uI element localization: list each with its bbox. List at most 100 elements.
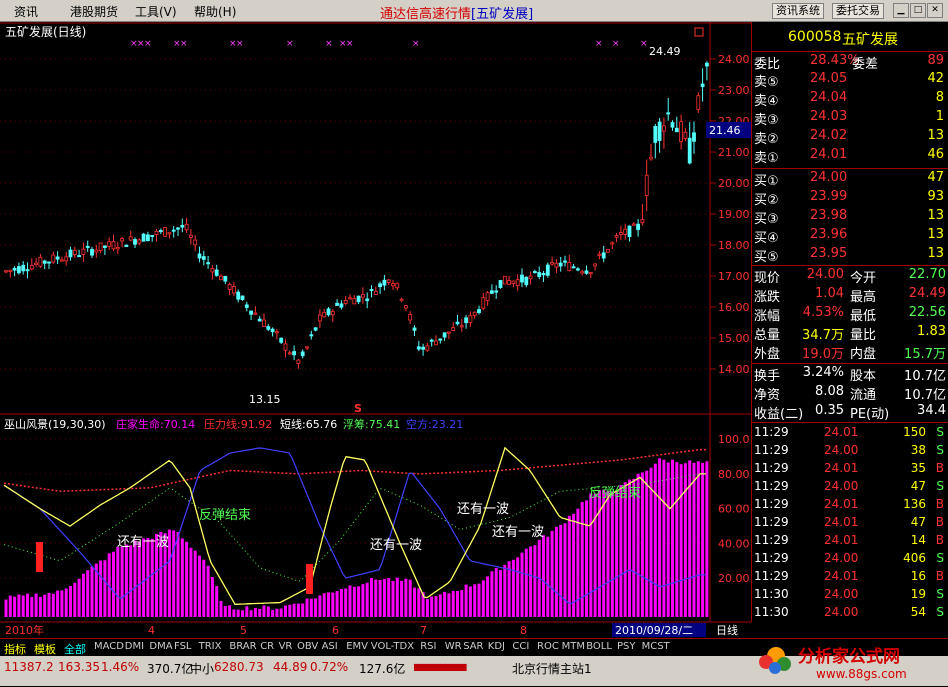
indicator-bar [653, 463, 657, 617]
tab-fsl[interactable]: FSL [174, 641, 192, 652]
candle-body [16, 266, 21, 274]
tab-boll[interactable]: BOLL [586, 641, 612, 652]
candle-body [627, 225, 632, 238]
stat-row: 涨跌 1.04 最高 24.49 [752, 285, 948, 305]
maximize-icon[interactable]: □ [910, 3, 926, 18]
indicator-bar [81, 573, 85, 617]
candle-body [262, 319, 266, 327]
candle-body [111, 241, 116, 250]
tab-mtm[interactable]: MTM [562, 641, 585, 652]
candle-body [623, 228, 628, 235]
stat-label: 流通 [850, 388, 877, 403]
indicator-bar [90, 566, 94, 617]
candle-body [683, 131, 688, 139]
period-label[interactable]: 日线 [716, 623, 738, 637]
stat-label: 涨跌 [754, 290, 781, 305]
tab-sar[interactable]: SAR [463, 641, 483, 652]
candle-body [403, 305, 408, 309]
tab-cci[interactable]: CCI [512, 641, 529, 652]
tick-time: 11:30 [754, 605, 789, 619]
candle-body [244, 304, 249, 308]
stat-row: 现价 24.00 今开 22.70 [752, 266, 948, 286]
stat-label: 今开 [850, 271, 877, 286]
candle-body [524, 276, 529, 286]
candle-body [253, 312, 258, 315]
candle-body [507, 280, 512, 285]
indicator-bar [438, 594, 442, 617]
kline-chart[interactable]: 五矿发展(日线) 24.0023.0022.0021.0020.0019.001… [0, 22, 751, 638]
minimize-icon[interactable]: ▁ [893, 3, 909, 18]
candle-body [85, 245, 90, 248]
indicator-bar [374, 579, 378, 617]
candle-body [657, 121, 662, 142]
tab-emv[interactable]: EMV [346, 641, 368, 652]
stat-value: 10.7亿 [904, 388, 946, 403]
tab-psy[interactable]: PSY [617, 641, 636, 652]
indicator-bar [477, 583, 481, 617]
tab-macd[interactable]: MACD [94, 641, 124, 652]
candle-body [360, 294, 365, 298]
candle-body [395, 282, 400, 289]
tab-trix[interactable]: TRIX [199, 641, 222, 652]
indicator-bar [288, 604, 292, 617]
tab-mcst[interactable]: MCST [642, 641, 670, 652]
tab-roc[interactable]: ROC [537, 641, 559, 652]
tab-vol-tdx[interactable]: VOL-TDX [371, 641, 414, 652]
indicator-bar [679, 464, 683, 617]
indicator-bar [460, 590, 464, 617]
candle-body [373, 290, 378, 295]
news-system-button[interactable]: 资讯系统 [772, 3, 824, 19]
indicator-bar [610, 491, 614, 617]
indicator-bar [77, 578, 81, 617]
stat-value: 34.4 [917, 403, 946, 418]
tab-dmi[interactable]: DMI [125, 641, 144, 652]
menu-tools[interactable]: 工具(V) [135, 3, 177, 20]
tick-price: 24.01 [824, 461, 859, 475]
indicator-bar [292, 603, 296, 617]
chart-title: 五矿发展(日线) [5, 24, 86, 39]
tab-asi[interactable]: ASI [322, 641, 338, 652]
tab-模板[interactable]: 模板 [34, 641, 56, 657]
tab-dma[interactable]: DMA [149, 641, 172, 652]
candle-body [498, 280, 503, 288]
indicator-bar [606, 490, 610, 617]
bid-price: 23.99 [810, 189, 848, 204]
tab-指标[interactable]: 指标 [4, 641, 26, 657]
stat-value: 15.7万 [904, 347, 946, 362]
candle-body [171, 229, 176, 232]
menu-hk-futures[interactable]: 港股期货 [70, 3, 118, 20]
tab-全部[interactable]: 全部 [64, 641, 86, 657]
indicator-bar [486, 576, 490, 617]
tab-wr[interactable]: WR [445, 641, 462, 652]
candle-body [167, 232, 172, 235]
candle-body [464, 317, 469, 324]
ask-price: 24.04 [810, 90, 848, 105]
indicator-line-1: 庄家生命:70.14 [116, 417, 195, 431]
chart-area[interactable]: 五矿发展(日线) 24.00 23.00 22.00 21.00 20.00 19.00 1… [0, 22, 751, 638]
bid-row: 买③ 23.98 13 [752, 207, 948, 227]
indicator-bar [524, 548, 528, 617]
menu-help[interactable]: 帮助(H) [194, 3, 236, 20]
tab-rsi[interactable]: RSI [420, 641, 436, 652]
candle-body [468, 315, 473, 323]
stock-header: 600058 五矿发展 [752, 28, 948, 48]
tab-brar[interactable]: BRAR [229, 641, 256, 652]
candle-body [141, 233, 146, 242]
indicator-bar [129, 545, 133, 617]
indicator-bar [301, 603, 305, 617]
close-icon[interactable]: ✕ [927, 3, 943, 18]
tab-cr[interactable]: CR [260, 641, 274, 652]
indicator-bar [705, 461, 709, 617]
ask-price: 24.05 [810, 71, 848, 86]
candle-body [352, 298, 357, 305]
tab-vr[interactable]: VR [279, 641, 293, 652]
candle-body [614, 235, 619, 238]
tab-kdj[interactable]: KDJ [488, 641, 505, 652]
stat-value: 8.08 [815, 384, 844, 399]
candle-body [378, 283, 383, 288]
indicator-bar [352, 586, 356, 617]
trade-button[interactable]: 委托交易 [832, 3, 884, 19]
tab-obv[interactable]: OBV [297, 641, 318, 652]
candle-body [563, 260, 567, 263]
menu-news[interactable]: 资讯 [14, 3, 38, 20]
